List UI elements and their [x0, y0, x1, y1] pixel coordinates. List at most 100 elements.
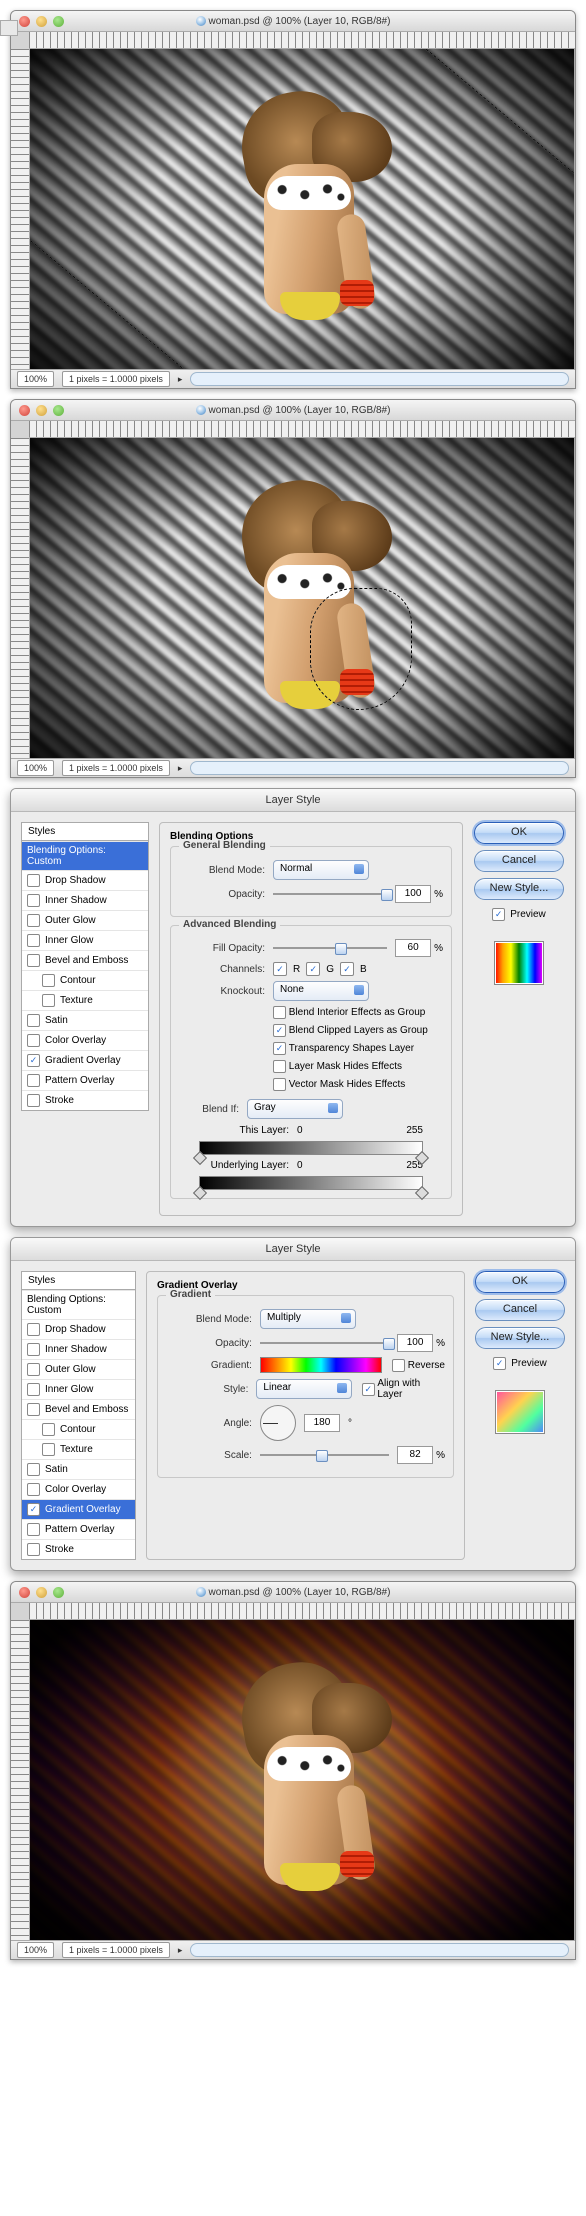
- knockout-select[interactable]: None: [273, 981, 369, 1001]
- underlying-ramp[interactable]: [199, 1176, 423, 1190]
- style-satin[interactable]: Satin: [22, 1010, 148, 1030]
- checkbox[interactable]: [42, 994, 55, 1007]
- ruler-horizontal[interactable]: [29, 1603, 575, 1620]
- style-stroke[interactable]: Stroke: [22, 1090, 148, 1110]
- style-contour[interactable]: Contour: [22, 1419, 135, 1439]
- opt-transparency-checkbox[interactable]: [273, 1042, 286, 1055]
- status-info[interactable]: 1 pixels = 1.0000 pixels: [62, 760, 170, 776]
- style-blending-options[interactable]: Blending Options: Custom: [22, 841, 148, 870]
- style-inner-shadow[interactable]: Inner Shadow: [22, 890, 148, 910]
- blend-if-select[interactable]: Gray: [247, 1099, 343, 1119]
- ok-button[interactable]: OK: [474, 822, 564, 844]
- style-pattern-overlay[interactable]: Pattern Overlay: [22, 1519, 135, 1539]
- zoom-field[interactable]: 100%: [17, 1942, 54, 1958]
- scrollbar-horizontal[interactable]: [190, 1943, 569, 1957]
- ruler-vertical[interactable]: [11, 49, 30, 369]
- canvas[interactable]: [30, 438, 575, 758]
- opacity-slider[interactable]: [260, 1336, 389, 1350]
- preview-checkbox[interactable]: [492, 908, 505, 921]
- ruler-horizontal[interactable]: [29, 421, 575, 438]
- scale-slider[interactable]: [260, 1448, 389, 1462]
- status-info[interactable]: 1 pixels = 1.0000 pixels: [62, 371, 170, 387]
- checkbox[interactable]: [27, 1363, 40, 1376]
- checkbox[interactable]: [27, 1323, 40, 1336]
- style-blending-options[interactable]: Blending Options: Custom: [22, 1290, 135, 1319]
- style-drop-shadow[interactable]: Drop Shadow: [22, 1319, 135, 1339]
- checkbox[interactable]: [27, 1503, 40, 1516]
- titlebar[interactable]: woman.psd @ 100% (Layer 10, RGB/8#): [11, 1582, 575, 1603]
- selection-marquee[interactable]: [310, 588, 412, 710]
- opacity-slider[interactable]: [273, 887, 387, 901]
- gradient-style-select[interactable]: Linear: [256, 1379, 352, 1399]
- style-texture[interactable]: Texture: [22, 1439, 135, 1459]
- scale-value[interactable]: 82: [397, 1446, 433, 1464]
- style-color-overlay[interactable]: Color Overlay: [22, 1030, 148, 1050]
- styles-header[interactable]: Styles: [21, 822, 149, 841]
- chevron-right-icon[interactable]: ▸: [178, 1945, 183, 1956]
- checkbox[interactable]: [27, 1343, 40, 1356]
- opt-layermask-checkbox[interactable]: [273, 1060, 286, 1073]
- styles-header[interactable]: Styles: [21, 1271, 136, 1290]
- style-bevel[interactable]: Bevel and Emboss: [22, 950, 148, 970]
- checkbox[interactable]: [27, 1054, 40, 1067]
- channel-r-checkbox[interactable]: [273, 962, 287, 976]
- gradient-picker[interactable]: [260, 1357, 382, 1373]
- ruler-vertical[interactable]: [11, 1620, 30, 1940]
- style-gradient-overlay[interactable]: Gradient Overlay: [22, 1050, 148, 1070]
- style-inner-glow[interactable]: Inner Glow: [22, 1379, 135, 1399]
- new-style-button[interactable]: New Style...: [475, 1327, 565, 1349]
- style-satin[interactable]: Satin: [22, 1459, 135, 1479]
- checkbox[interactable]: [27, 914, 40, 927]
- checkbox[interactable]: [42, 1443, 55, 1456]
- titlebar[interactable]: woman.psd @ 100% (Layer 10, RGB/8#): [11, 11, 575, 32]
- status-info[interactable]: 1 pixels = 1.0000 pixels: [62, 1942, 170, 1958]
- scrollbar-horizontal[interactable]: [190, 372, 569, 386]
- new-style-button[interactable]: New Style...: [474, 878, 564, 900]
- checkbox[interactable]: [27, 1403, 40, 1416]
- canvas[interactable]: [30, 1620, 575, 1940]
- canvas[interactable]: [30, 49, 575, 369]
- style-inner-shadow[interactable]: Inner Shadow: [22, 1339, 135, 1359]
- blend-mode-select[interactable]: Multiply: [260, 1309, 356, 1329]
- zoom-field[interactable]: 100%: [17, 760, 54, 776]
- align-checkbox[interactable]: [362, 1383, 375, 1396]
- style-bevel[interactable]: Bevel and Emboss: [22, 1399, 135, 1419]
- opacity-value[interactable]: 100: [397, 1334, 433, 1352]
- chevron-right-icon[interactable]: ▸: [178, 374, 183, 385]
- opt-vectormask-checkbox[interactable]: [273, 1078, 286, 1091]
- checkbox[interactable]: [27, 1014, 40, 1027]
- zoom-field[interactable]: 100%: [17, 371, 54, 387]
- angle-value[interactable]: 180: [304, 1414, 340, 1432]
- checkbox[interactable]: [27, 1523, 40, 1536]
- fill-opacity-slider[interactable]: [273, 941, 387, 955]
- opt-interior-checkbox[interactable]: [273, 1006, 286, 1019]
- style-contour[interactable]: Contour: [22, 970, 148, 990]
- style-gradient-overlay[interactable]: Gradient Overlay: [22, 1499, 135, 1519]
- checkbox[interactable]: [27, 1074, 40, 1087]
- cancel-button[interactable]: Cancel: [475, 1299, 565, 1321]
- checkbox[interactable]: [27, 1094, 40, 1107]
- fill-opacity-value[interactable]: 60: [395, 939, 431, 957]
- reverse-checkbox[interactable]: [392, 1359, 405, 1372]
- ruler-vertical[interactable]: [11, 438, 30, 758]
- titlebar[interactable]: woman.psd @ 100% (Layer 10, RGB/8#): [11, 400, 575, 421]
- checkbox[interactable]: [42, 974, 55, 987]
- opt-clipped-checkbox[interactable]: [273, 1024, 286, 1037]
- checkbox[interactable]: [27, 954, 40, 967]
- angle-dial[interactable]: [260, 1405, 296, 1441]
- checkbox[interactable]: [27, 934, 40, 947]
- chevron-right-icon[interactable]: ▸: [178, 763, 183, 774]
- style-color-overlay[interactable]: Color Overlay: [22, 1479, 135, 1499]
- checkbox[interactable]: [27, 1383, 40, 1396]
- channel-b-checkbox[interactable]: [340, 962, 354, 976]
- style-inner-glow[interactable]: Inner Glow: [22, 930, 148, 950]
- cancel-button[interactable]: Cancel: [474, 850, 564, 872]
- scrollbar-horizontal[interactable]: [190, 761, 569, 775]
- style-drop-shadow[interactable]: Drop Shadow: [22, 870, 148, 890]
- preview-checkbox[interactable]: [493, 1357, 506, 1370]
- checkbox[interactable]: [27, 1034, 40, 1047]
- this-layer-ramp[interactable]: [199, 1141, 423, 1155]
- style-stroke[interactable]: Stroke: [22, 1539, 135, 1559]
- checkbox[interactable]: [42, 1423, 55, 1436]
- checkbox[interactable]: [27, 1463, 40, 1476]
